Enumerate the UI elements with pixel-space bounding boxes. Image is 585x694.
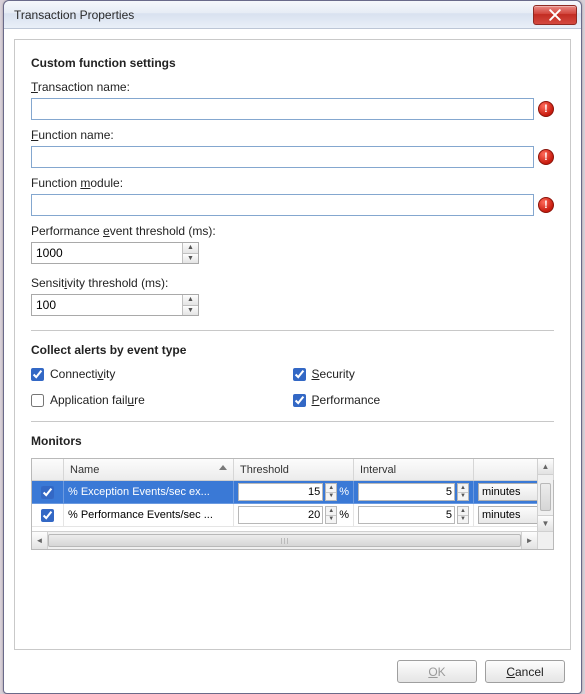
close-icon	[549, 9, 561, 21]
checkbox-performance-input[interactable]	[293, 394, 306, 407]
titlebar[interactable]: Transaction Properties	[4, 1, 581, 29]
col-name[interactable]: Name	[64, 459, 234, 480]
spinner-buttons[interactable]: ▲▼	[325, 506, 337, 524]
spin-down-icon[interactable]: ▼	[183, 306, 198, 316]
spinner-buttons[interactable]: ▲▼	[457, 483, 469, 501]
table-row[interactable]: % Performance Events/sec ... ▲▼ % ▲▼ min…	[32, 504, 553, 527]
function-name-input[interactable]	[31, 146, 534, 168]
scroll-thumb[interactable]	[540, 483, 551, 511]
transaction-name-input[interactable]	[31, 98, 534, 120]
ok-button[interactable]: OK	[397, 660, 477, 683]
spin-up-icon[interactable]: ▲	[183, 243, 198, 254]
checkbox-app-failure-input[interactable]	[31, 394, 44, 407]
scroll-corner	[537, 531, 553, 549]
row-interval[interactable]: ▲▼	[354, 481, 474, 504]
spinner-buttons[interactable]: ▲▼	[325, 483, 337, 501]
separator	[31, 421, 554, 422]
dialog-window: Transaction Properties Custom function s…	[3, 0, 582, 694]
spin-up-icon[interactable]: ▲	[183, 295, 198, 306]
vertical-scrollbar[interactable]: ▲ ▼	[537, 459, 553, 531]
sort-asc-icon	[219, 465, 227, 470]
row-name: % Performance Events/sec ...	[64, 504, 234, 527]
main-panel: Custom function settings Transaction nam…	[14, 39, 571, 650]
interval-input[interactable]	[358, 483, 455, 501]
error-icon: !	[538, 101, 554, 117]
monitors-header[interactable]: Name Threshold Interval	[32, 459, 553, 481]
label-perf-threshold: Performance event threshold (ms):	[31, 224, 554, 238]
scroll-track[interactable]	[538, 475, 553, 515]
error-icon: !	[538, 149, 554, 165]
content-area: Custom function settings Transaction nam…	[4, 29, 581, 693]
monitors-table: Name Threshold Interval % Exception Even…	[31, 458, 554, 550]
section-alerts: Collect alerts by event type	[31, 343, 554, 357]
sens-threshold-spinner[interactable]: ▲▼	[31, 294, 199, 316]
table-row[interactable]: % Exception Events/sec ex... ▲▼ % ▲▼ min…	[32, 481, 553, 504]
label-function-name: Function name:	[31, 128, 554, 142]
label-sens-threshold: Sensitivity threshold (ms):	[31, 276, 554, 290]
spin-down-icon[interactable]: ▼	[183, 254, 198, 264]
threshold-unit: %	[339, 509, 349, 521]
interval-input[interactable]	[358, 506, 455, 524]
row-checkbox[interactable]	[41, 509, 54, 522]
alerts-grid: Connectivity Security Application failur…	[31, 367, 554, 407]
row-interval[interactable]: ▲▼	[354, 504, 474, 527]
function-module-input[interactable]	[31, 194, 534, 216]
scroll-left-icon[interactable]: ◄	[32, 532, 48, 549]
section-monitors: Monitors	[31, 434, 554, 448]
row-name: % Exception Events/sec ex...	[64, 481, 234, 504]
spinner-buttons[interactable]: ▲▼	[457, 506, 469, 524]
checkbox-security[interactable]: Security	[293, 367, 555, 381]
scroll-down-icon[interactable]: ▼	[538, 515, 553, 531]
threshold-input[interactable]	[238, 483, 323, 501]
col-threshold[interactable]: Threshold	[234, 459, 354, 480]
threshold-unit: %	[339, 486, 349, 498]
separator	[31, 330, 554, 331]
spinner-buttons[interactable]: ▲▼	[182, 243, 198, 263]
scroll-up-icon[interactable]: ▲	[538, 459, 553, 475]
checkbox-connectivity[interactable]: Connectivity	[31, 367, 293, 381]
scroll-thumb[interactable]	[48, 534, 521, 547]
checkbox-security-input[interactable]	[293, 368, 306, 381]
section-custom-settings: Custom function settings	[31, 56, 554, 70]
horizontal-scrollbar[interactable]: ◄ ►	[32, 531, 537, 549]
window-title: Transaction Properties	[14, 8, 533, 22]
sens-threshold-input[interactable]	[32, 295, 182, 315]
checkbox-performance[interactable]: Performance	[293, 393, 555, 407]
cancel-button[interactable]: Cancel	[485, 660, 565, 683]
spinner-buttons[interactable]: ▲▼	[182, 295, 198, 315]
error-icon: !	[538, 197, 554, 213]
label-function-module: Function module:	[31, 176, 554, 190]
row-checkbox[interactable]	[41, 486, 54, 499]
col-checkbox[interactable]	[32, 459, 64, 480]
row-threshold[interactable]: ▲▼ %	[234, 481, 354, 504]
dialog-footer: OK Cancel	[14, 650, 571, 687]
monitors-body: % Exception Events/sec ex... ▲▼ % ▲▼ min…	[32, 481, 553, 531]
label-transaction-name: Transaction name:	[31, 80, 554, 94]
checkbox-app-failure[interactable]: Application failure	[31, 393, 293, 407]
threshold-input[interactable]	[238, 506, 323, 524]
row-threshold[interactable]: ▲▼ %	[234, 504, 354, 527]
col-interval[interactable]: Interval	[354, 459, 474, 480]
scroll-track[interactable]	[48, 532, 521, 549]
checkbox-connectivity-input[interactable]	[31, 368, 44, 381]
close-button[interactable]	[533, 5, 577, 25]
perf-threshold-spinner[interactable]: ▲▼	[31, 242, 199, 264]
perf-threshold-input[interactable]	[32, 243, 182, 263]
scroll-right-icon[interactable]: ►	[521, 532, 537, 549]
